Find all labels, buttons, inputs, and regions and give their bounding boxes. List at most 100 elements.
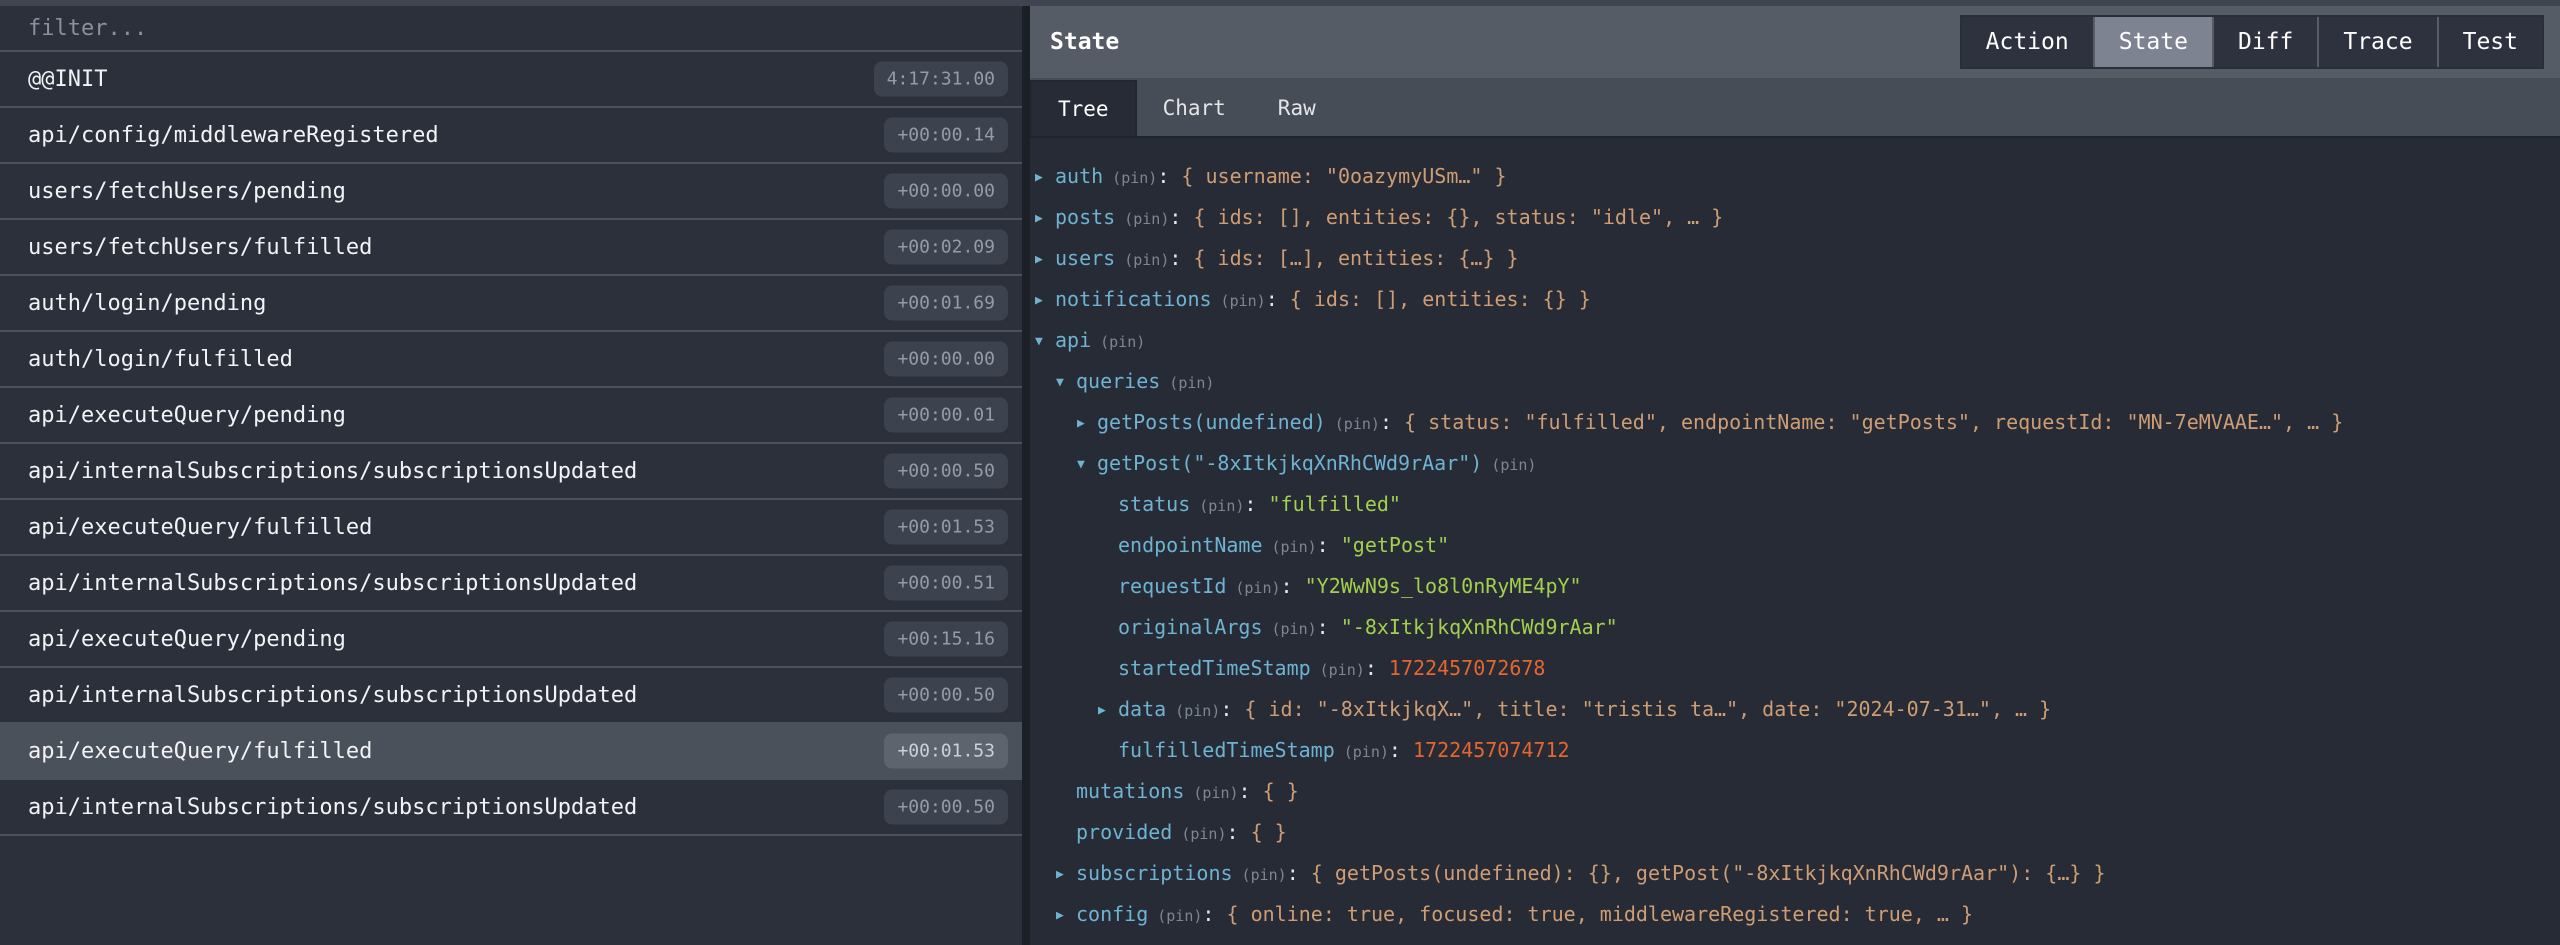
view-tab-chart[interactable]: Chart <box>1137 80 1252 136</box>
pin-link[interactable]: (pin) <box>1326 415 1380 433</box>
action-list-item[interactable]: api/config/middlewareRegistered+00:00.14 <box>0 108 1022 164</box>
expand-arrow-icon[interactable]: ▶ <box>1056 854 1076 895</box>
pin-link[interactable]: (pin) <box>1184 784 1238 802</box>
tree-node[interactable]: ▶data(pin): { id: "-8xItkjkqX…", title: … <box>1030 689 2560 730</box>
tree-node[interactable]: ▶auth(pin): { username: "0oazymyUSm…" } <box>1030 156 2560 197</box>
expand-arrow-icon[interactable]: ▶ <box>1056 895 1076 936</box>
tree-node[interactable]: requestId(pin): "Y2WwN9s_lo8l0nRyME4pY" <box>1030 566 2560 607</box>
tree-node[interactable]: ▶getPosts(undefined)(pin): { status: "fu… <box>1030 402 2560 443</box>
expand-arrow-icon[interactable]: ▶ <box>1035 239 1055 280</box>
tree-node[interactable]: ▼getPost("-8xItkjkqXnRhCWd9rAar")(pin) <box>1030 443 2560 484</box>
action-list-item[interactable]: api/internalSubscriptions/subscriptionsU… <box>0 556 1022 612</box>
pin-link[interactable]: (pin) <box>1190 497 1244 515</box>
view-tab-tree[interactable]: Tree <box>1030 80 1137 136</box>
tree-key-label: startedTimeStamp <box>1118 656 1311 680</box>
tree-node[interactable]: status(pin): "fulfilled" <box>1030 484 2560 525</box>
pin-link[interactable]: (pin) <box>1311 661 1365 679</box>
tree-node[interactable]: ▼queries(pin) <box>1030 361 2560 402</box>
tab-trace[interactable]: Trace <box>2317 17 2436 67</box>
action-timestamp-badge: +00:00.51 <box>884 566 1008 601</box>
tree-node[interactable]: provided(pin): { } <box>1030 812 2560 853</box>
pin-link[interactable]: (pin) <box>1263 620 1317 638</box>
pin-link[interactable]: (pin) <box>1115 210 1169 228</box>
action-list-item[interactable]: users/fetchUsers/fulfilled+00:02.09 <box>0 220 1022 276</box>
tree-node[interactable]: ▶config(pin): { online: true, focused: t… <box>1030 894 2560 935</box>
pin-link[interactable]: (pin) <box>1148 907 1202 925</box>
collapse-arrow-icon[interactable]: ▼ <box>1077 444 1097 485</box>
pin-link[interactable]: (pin) <box>1103 169 1157 187</box>
action-list-item[interactable]: api/executeQuery/fulfilled+00:01.53 <box>0 500 1022 556</box>
pin-link[interactable]: (pin) <box>1233 866 1287 884</box>
pin-link[interactable]: (pin) <box>1115 251 1169 269</box>
tree-node[interactable]: ▶notifications(pin): { ids: [], entities… <box>1030 279 2560 320</box>
tree-node[interactable]: ▶subscriptions(pin): { getPosts(undefine… <box>1030 853 2560 894</box>
inspector-tab-group: ActionStateDiffTraceTest <box>1960 15 2544 69</box>
pin-link[interactable]: (pin) <box>1091 333 1145 351</box>
tree-value-preview: { username: "0oazymyUSm…" } <box>1181 164 1506 188</box>
action-list-item[interactable]: @@INIT4:17:31.00 <box>0 52 1022 108</box>
tree-value-preview: { online: true, focused: true, middlewar… <box>1227 902 1974 926</box>
tab-state[interactable]: State <box>2093 17 2212 67</box>
action-list-item[interactable]: auth/login/pending+00:01.69 <box>0 276 1022 332</box>
tree-node[interactable]: startedTimeStamp(pin): 1722457072678 <box>1030 648 2560 689</box>
tree-value-number: 1722457072678 <box>1389 656 1546 680</box>
action-list-item[interactable]: api/internalSubscriptions/subscriptionsU… <box>0 444 1022 500</box>
tab-action[interactable]: Action <box>1962 17 2093 67</box>
key-value-separator: : <box>1281 574 1305 598</box>
expand-arrow-icon[interactable]: ▶ <box>1035 198 1055 239</box>
tree-key-label: queries <box>1076 369 1160 393</box>
tree-node[interactable]: endpointName(pin): "getPost" <box>1030 525 2560 566</box>
pin-link[interactable]: (pin) <box>1263 538 1317 556</box>
tree-key-label: subscriptions <box>1076 861 1233 885</box>
expand-arrow-icon[interactable]: ▶ <box>1035 280 1055 321</box>
tree-node[interactable]: ▶posts(pin): { ids: [], entities: {}, st… <box>1030 197 2560 238</box>
expand-arrow-icon[interactable]: ▶ <box>1098 690 1118 731</box>
inspector-panel: State ActionStateDiffTraceTest TreeChart… <box>1030 6 2560 945</box>
pin-link[interactable]: (pin) <box>1166 702 1220 720</box>
key-value-separator: : <box>1169 246 1193 270</box>
collapse-arrow-icon[interactable]: ▼ <box>1056 362 1076 403</box>
pin-link[interactable]: (pin) <box>1226 579 1280 597</box>
tree-node[interactable]: ▶users(pin): { ids: […], entities: {…} } <box>1030 238 2560 279</box>
pin-link[interactable]: (pin) <box>1212 292 1266 310</box>
action-list-item[interactable]: api/executeQuery/pending+00:15.16 <box>0 612 1022 668</box>
tree-node[interactable]: fulfilledTimeStamp(pin): 1722457074712 <box>1030 730 2560 771</box>
action-list-item[interactable]: api/executeQuery/pending+00:00.01 <box>0 388 1022 444</box>
tree-value-string: "-8xItkjkqXnRhCWd9rAar" <box>1341 615 1618 639</box>
key-value-separator: : <box>1226 820 1250 844</box>
action-list-item[interactable]: api/internalSubscriptions/subscriptionsU… <box>0 668 1022 724</box>
action-type-label: @@INIT <box>28 67 107 92</box>
pin-link[interactable]: (pin) <box>1160 374 1214 392</box>
tree-value-preview: { ids: [], entities: {} } <box>1290 287 1591 311</box>
tree-value-preview: { ids: [], entities: {}, status: "idle",… <box>1193 205 1723 229</box>
action-timestamp-badge: +00:00.01 <box>884 398 1008 433</box>
action-type-label: api/executeQuery/pending <box>28 627 346 652</box>
state-tree: ▶auth(pin): { username: "0oazymyUSm…" }▶… <box>1030 138 2560 945</box>
tree-node[interactable]: ▼api(pin) <box>1030 320 2560 361</box>
action-list-item[interactable]: auth/login/fulfilled+00:00.00 <box>0 332 1022 388</box>
action-list-item[interactable]: users/fetchUsers/pending+00:00.00 <box>0 164 1022 220</box>
pin-link[interactable]: (pin) <box>1172 825 1226 843</box>
tree-key-label: config <box>1076 902 1148 926</box>
expand-arrow-icon[interactable]: ▶ <box>1035 157 1055 198</box>
tab-diff[interactable]: Diff <box>2212 17 2317 67</box>
action-timestamp-badge: +00:00.50 <box>884 454 1008 489</box>
tree-value-preview: { getPosts(undefined): {}, getPost("-8xI… <box>1311 861 2106 885</box>
tree-node[interactable]: originalArgs(pin): "-8xItkjkqXnRhCWd9rAa… <box>1030 607 2560 648</box>
pin-link[interactable]: (pin) <box>1335 743 1389 761</box>
key-value-separator: : <box>1287 861 1311 885</box>
action-list-item[interactable]: api/executeQuery/fulfilled+00:01.53 <box>0 724 1022 780</box>
tree-key-label: fulfilledTimeStamp <box>1118 738 1335 762</box>
tree-node[interactable]: mutations(pin): { } <box>1030 771 2560 812</box>
action-list-item[interactable]: api/internalSubscriptions/subscriptionsU… <box>0 780 1022 836</box>
tree-key-label: originalArgs <box>1118 615 1263 639</box>
key-value-separator: : <box>1239 779 1263 803</box>
collapse-arrow-icon[interactable]: ▼ <box>1035 321 1055 362</box>
pin-link[interactable]: (pin) <box>1482 456 1536 474</box>
tree-value-string: "getPost" <box>1341 533 1449 557</box>
expand-arrow-icon[interactable]: ▶ <box>1077 403 1097 444</box>
view-tab-raw[interactable]: Raw <box>1252 80 1342 136</box>
filter-input[interactable] <box>0 6 1022 50</box>
tab-test[interactable]: Test <box>2437 17 2542 67</box>
tree-key-label: provided <box>1076 820 1172 844</box>
